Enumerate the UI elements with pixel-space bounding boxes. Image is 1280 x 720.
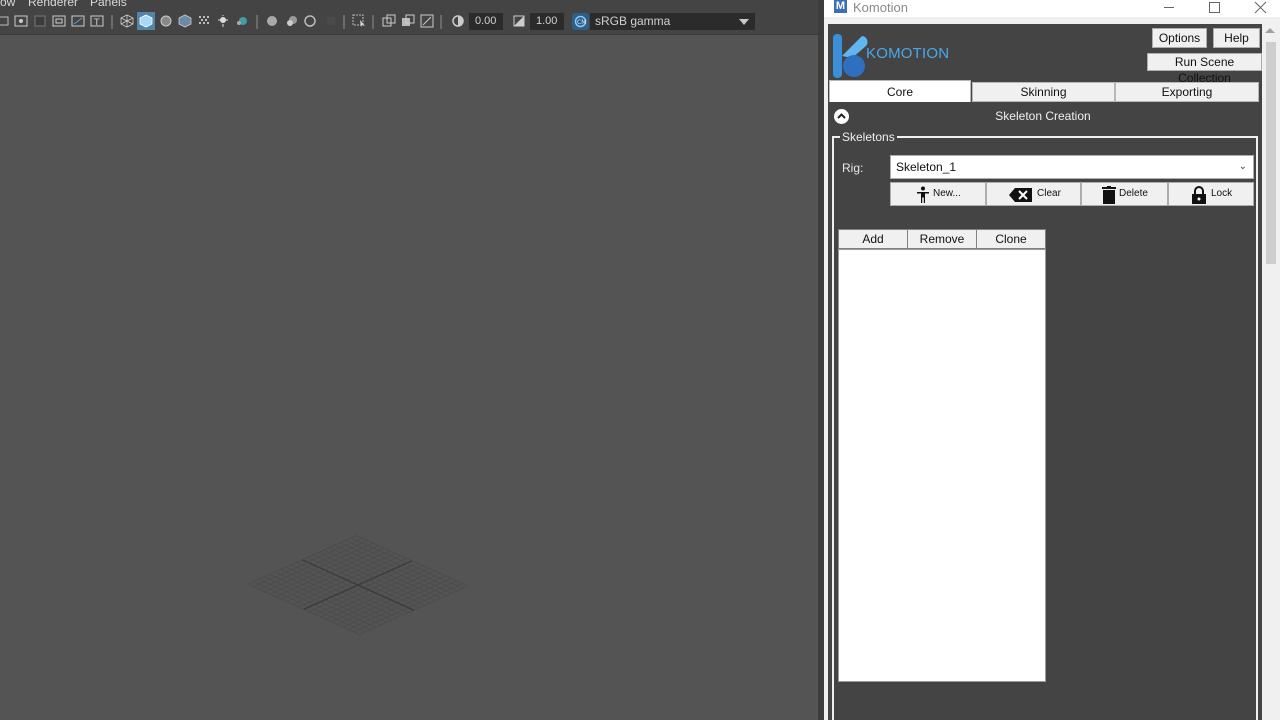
menu-window[interactable]: ow xyxy=(0,0,15,9)
exposure-icon[interactable] xyxy=(451,14,465,28)
collapse-icon[interactable] xyxy=(834,109,849,124)
lock-icon xyxy=(1191,186,1207,207)
svg-text:CM: CM xyxy=(577,19,586,26)
group-title: Skeletons xyxy=(840,130,897,144)
scroll-up-arrow-icon[interactable] xyxy=(1265,28,1275,33)
isolate-select-icon[interactable] xyxy=(265,14,279,28)
clear-label: Clear xyxy=(1037,188,1061,199)
app-logo-icon: M xyxy=(834,0,847,13)
smooth-shade-all-icon[interactable] xyxy=(137,12,155,30)
new-label: New... xyxy=(933,188,961,199)
close-icon[interactable] xyxy=(1242,0,1278,17)
delete-label: Delete xyxy=(1119,188,1148,199)
ui-toggle-icon[interactable] xyxy=(401,14,415,28)
komotion-window: M Komotion KOMOTION Options Help Run Sce… xyxy=(824,0,1280,720)
menu-renderer[interactable]: Renderer xyxy=(28,0,78,9)
film-gate-icon[interactable] xyxy=(0,14,10,28)
window-titlebar[interactable]: M Komotion xyxy=(824,0,1280,17)
scrollbar-thumb[interactable] xyxy=(1266,42,1276,264)
section-title: Skeleton Creation xyxy=(995,109,1091,123)
skeletons-groupbox: Skeletons Rig: Skeleton_1 ⌄ New... Clear… xyxy=(832,130,1258,720)
resolution-gate-icon[interactable] xyxy=(14,14,28,28)
maximize-icon[interactable] xyxy=(1196,0,1232,17)
clone-button[interactable]: Clone xyxy=(976,229,1046,249)
textured-icon[interactable] xyxy=(178,14,192,28)
use-all-lights-icon[interactable] xyxy=(197,14,211,28)
rig-label: Rig: xyxy=(842,161,864,175)
xray-joints-icon[interactable] xyxy=(303,14,317,28)
safe-action-icon[interactable] xyxy=(71,14,85,28)
default-material-icon[interactable] xyxy=(159,14,173,28)
gamma-icon[interactable] xyxy=(512,14,526,28)
exposure-input[interactable]: 0.00 xyxy=(469,13,503,30)
tab-skinning[interactable]: Skinning xyxy=(972,82,1115,102)
select-camera-icon[interactable] xyxy=(352,14,366,28)
chevron-down-icon xyxy=(739,19,749,25)
rig-selected-value: Skeleton_1 xyxy=(896,160,957,174)
minimize-icon[interactable] xyxy=(1151,0,1187,17)
help-button[interactable]: Help xyxy=(1213,28,1260,48)
color-management-icon[interactable]: CM xyxy=(572,13,589,30)
menu-panels[interactable]: Panels xyxy=(90,0,127,9)
color-space-value: sRGB gamma xyxy=(595,14,671,28)
hud-toggle-icon[interactable] xyxy=(420,14,434,28)
gamma-input[interactable]: 1.00 xyxy=(530,13,564,30)
run-scene-collection-button[interactable]: Run Scene Collection xyxy=(1147,53,1262,85)
add-button[interactable]: Add xyxy=(838,229,908,249)
trash-icon xyxy=(1102,186,1116,207)
brand-logo: KOMOTION xyxy=(832,30,952,78)
xray-icon[interactable] xyxy=(285,14,299,28)
lock-button[interactable]: Lock xyxy=(1168,182,1254,206)
svg-text:T: T xyxy=(93,18,100,28)
skeleton-creation-header[interactable]: Skeleton Creation xyxy=(828,108,1262,126)
delete-button[interactable]: Delete xyxy=(1081,182,1168,206)
vertical-scrollbar[interactable] xyxy=(1262,24,1280,720)
backspace-clear-icon xyxy=(1009,186,1033,207)
options-button[interactable]: Options xyxy=(1152,28,1207,48)
clear-button[interactable]: Clear xyxy=(986,182,1081,206)
rig-dropdown[interactable]: Skeleton_1 ⌄ xyxy=(890,155,1254,179)
safe-title-icon[interactable]: T xyxy=(90,14,104,28)
remove-button[interactable]: Remove xyxy=(907,229,977,249)
gate-mask-icon[interactable] xyxy=(33,14,47,28)
komotion-content: KOMOTION Options Help Run Scene Collecti… xyxy=(828,24,1262,720)
grid-toggle-icon[interactable] xyxy=(382,14,396,28)
new-skeleton-button[interactable]: New... xyxy=(890,182,986,206)
person-icon xyxy=(915,186,931,207)
color-space-dropdown[interactable]: sRGB gamma xyxy=(590,13,755,30)
brand-name: KOMOTION xyxy=(866,45,950,62)
window-title: Komotion xyxy=(853,0,908,15)
tab-bar: Core Skinning Exporting xyxy=(828,80,1262,102)
viewport-toolbar: T 0.00 1.00 CM sRGB gamma xyxy=(0,10,820,35)
field-chart-icon[interactable] xyxy=(52,14,66,28)
skeleton-list[interactable] xyxy=(838,249,1046,682)
shadows-icon[interactable] xyxy=(216,14,230,28)
chevron-down-icon: ⌄ xyxy=(1238,161,1247,172)
xray-components-icon[interactable] xyxy=(324,14,338,28)
maya-viewport-panel: ow Renderer Panels T 0.00 1.00 CM sRGB g… xyxy=(0,0,820,720)
viewport-grid[interactable] xyxy=(0,0,820,720)
tab-exporting[interactable]: Exporting xyxy=(1115,82,1259,102)
ambient-occlusion-icon[interactable] xyxy=(235,14,249,28)
lock-label: Lock xyxy=(1211,188,1233,199)
wireframe-icon[interactable] xyxy=(120,14,134,28)
tab-core[interactable]: Core xyxy=(829,80,971,102)
maya-menubar: ow Renderer Panels xyxy=(0,0,820,10)
